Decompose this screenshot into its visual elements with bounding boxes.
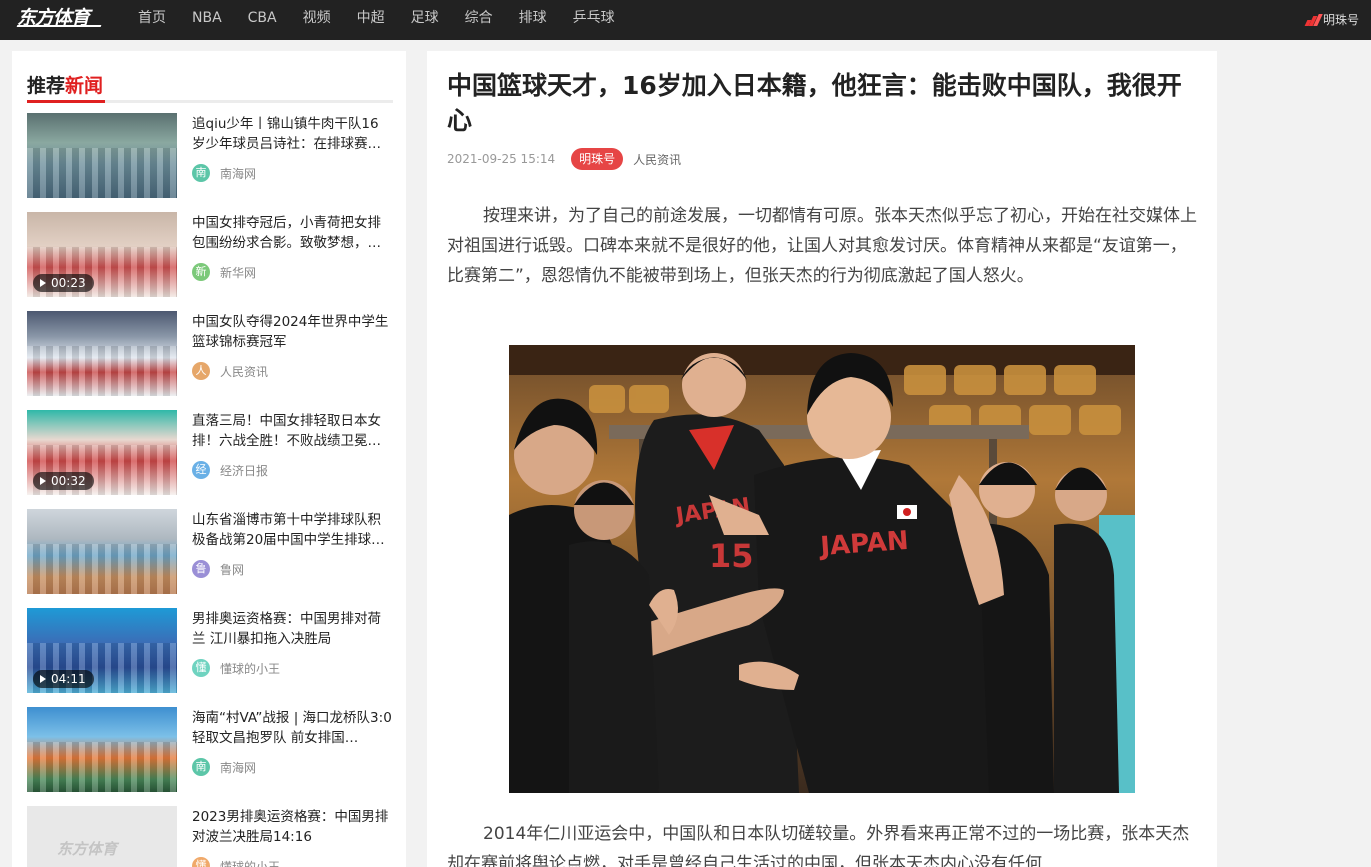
article-meta: 2021-09-25 15:14 明珠号 人民资讯 — [447, 148, 681, 170]
news-thumbnail[interactable]: 东方体育 — [27, 806, 177, 867]
list-item[interactable]: 追qiu少年丨锦山镇牛肉干队16岁少年球员吕诗社：在排球赛… 南 南海网 — [27, 113, 397, 212]
video-duration: 00:23 — [51, 276, 86, 290]
source-avatar: 经 — [192, 461, 210, 479]
thumbnail-image — [27, 346, 177, 396]
jersey-number: 15 — [709, 537, 754, 575]
news-source: 南 南海网 — [192, 164, 256, 182]
panel-title: 推荐新闻 — [27, 71, 103, 98]
news-title[interactable]: 追qiu少年丨锦山镇牛肉干队16岁少年球员吕诗社：在排球赛… — [192, 114, 392, 154]
news-title[interactable]: 海南“村VA”战报 | 海口龙桥队3:0轻取文昌抱罗队 前女排国… — [192, 708, 392, 748]
source-name: 鲁网 — [220, 562, 245, 577]
source-avatar: 新 — [192, 263, 210, 281]
source-avatar: 懂 — [192, 659, 210, 677]
news-thumbnail[interactable]: 00:23 — [27, 212, 177, 297]
list-item[interactable]: 00:32 直落三局！中国女排轻取日本女排！六战全胜！不败战绩卫冕… 经 经济日… — [27, 410, 397, 509]
source-avatar: 南 — [192, 758, 210, 776]
panel-title-prefix: 推荐 — [27, 75, 66, 97]
news-title[interactable]: 直落三局！中国女排轻取日本女排！六战全胜！不败战绩卫冕… — [192, 411, 392, 451]
thumbnail-image — [27, 148, 177, 198]
jersey-text: JAPAN — [817, 526, 909, 562]
news-source: 懂 懂球的小王 — [192, 857, 280, 867]
placeholder-logo: 东方体育 — [57, 840, 118, 858]
news-source: 新 新华网 — [192, 263, 256, 281]
article-panel: 中国篮球天才，16岁加入日本籍，他狂言：能击败中国队，我很开心 2021-09-… — [427, 51, 1217, 867]
mingzhu-link-label: 明珠号 — [1322, 13, 1359, 27]
news-title[interactable]: 中国女队夺得2024年世界中学生篮球锦标赛冠军 — [192, 312, 392, 352]
list-item[interactable]: 00:23 中国女排夺冠后，小青荷把女排包围纷纷求合影。致敬梦想，… 新 新华网 — [27, 212, 397, 311]
video-duration-badge: 00:23 — [33, 274, 94, 292]
video-duration: 00:32 — [51, 474, 86, 488]
panel-title-accent-bar — [27, 100, 105, 103]
article-paragraph: 按理来讲，为了自己的前途发展，一切都情有可原。张本天杰似乎忘了初心，开始在社交媒… — [447, 206, 1197, 286]
source-avatar: 懂 — [192, 857, 210, 867]
source-name: 南海网 — [220, 166, 257, 181]
article-source[interactable]: 人民资讯 — [633, 151, 681, 168]
thumbnail-image — [27, 544, 177, 594]
site-logo[interactable]: 东方体育 — [16, 4, 107, 34]
news-title[interactable]: 中国女排夺冠后，小青荷把女排包围纷纷求合影。致敬梦想，… — [192, 213, 392, 253]
news-title[interactable]: 男排奥运资格赛：中国男排对荷兰 江川暴扣拖入决胜局 — [192, 609, 392, 649]
news-source: 鲁 鲁网 — [192, 560, 244, 578]
nav-general[interactable]: 综合 — [465, 0, 493, 40]
source-name: 新华网 — [220, 265, 257, 280]
basketball-players-image: JAPAN 15 JAPAN — [509, 345, 1135, 793]
publish-time: 2021-09-25 15:14 — [447, 152, 556, 166]
news-thumbnail[interactable] — [27, 509, 177, 594]
news-thumbnail[interactable] — [27, 311, 177, 396]
nav-volleyball[interactable]: 排球 — [519, 0, 547, 40]
logo-underline — [16, 25, 102, 27]
thumbnail-image — [27, 742, 177, 792]
video-duration-badge: 04:11 — [33, 670, 94, 688]
news-thumbnail[interactable]: 00:32 — [27, 410, 177, 495]
mingzhu-badge[interactable]: 明珠号 — [571, 148, 624, 170]
video-duration-badge: 00:32 — [33, 472, 94, 490]
nav-table-tennis[interactable]: 乒乓球 — [573, 0, 615, 40]
nav-nba[interactable]: NBA — [192, 0, 222, 40]
top-navigation-bar: 东方体育 首页 NBA CBA 视频 中超 足球 综合 排球 乒乓球 明珠号 — [0, 0, 1371, 40]
list-item[interactable]: 东方体育 2023男排奥运资格赛：中国男排对波兰决胜局14:16 懂 懂球的小王 — [27, 806, 397, 867]
article-title: 中国篮球天才，16岁加入日本籍，他狂言：能击败中国队，我很开心 — [447, 71, 1182, 135]
source-name: 人民资讯 — [220, 364, 269, 379]
list-item[interactable]: 山东省淄博市第十中学排球队积极备战第20届中国中学生排球… 鲁 鲁网 — [27, 509, 397, 608]
news-source: 人 人民资讯 — [192, 362, 268, 380]
news-source: 南 南海网 — [192, 758, 256, 776]
play-icon — [40, 675, 46, 683]
nav-csl[interactable]: 中超 — [357, 0, 385, 40]
news-title[interactable]: 山东省淄博市第十中学排球队积极备战第20届中国中学生排球… — [192, 510, 392, 550]
video-duration: 04:11 — [51, 672, 86, 686]
source-avatar: 人 — [192, 362, 210, 380]
mingzhu-link[interactable]: 明珠号 — [1304, 11, 1359, 28]
source-name: 南海网 — [220, 760, 257, 775]
news-thumbnail[interactable] — [27, 113, 177, 198]
news-source: 懂 懂球的小王 — [192, 659, 280, 677]
article-paragraph: 2014年仁川亚运会中，中国队和日本队切磋较量。外界看来再正常不过的一场比赛，张… — [447, 824, 1190, 867]
news-source: 经 经济日报 — [192, 461, 268, 479]
list-item[interactable]: 中国女队夺得2024年世界中学生篮球锦标赛冠军 人 人民资讯 — [27, 311, 397, 410]
news-title[interactable]: 2023男排奥运资格赛：中国男排对波兰决胜局14:16 — [192, 807, 392, 847]
panel-title-highlight: 新闻 — [65, 75, 104, 97]
source-avatar: 鲁 — [192, 560, 210, 578]
list-item[interactable]: 04:11 男排奥运资格赛：中国男排对荷兰 江川暴扣拖入决胜局 懂 懂球的小王 — [27, 608, 397, 707]
source-name: 懂球的小王 — [220, 661, 281, 676]
list-item[interactable]: 海南“村VA”战报 | 海口龙桥队3:0轻取文昌抱罗队 前女排国… 南 南海网 — [27, 707, 397, 806]
source-avatar: 南 — [192, 164, 210, 182]
play-icon — [40, 477, 46, 485]
main-nav: 首页 NBA CBA 视频 中超 足球 综合 排球 乒乓球 — [138, 0, 641, 40]
source-name: 懂球的小王 — [220, 859, 281, 867]
play-icon — [40, 279, 46, 287]
nav-video[interactable]: 视频 — [303, 0, 331, 40]
nav-home[interactable]: 首页 — [138, 0, 166, 40]
source-name: 经济日报 — [220, 463, 269, 478]
article-photo: JAPAN 15 JAPAN — [509, 345, 1135, 793]
news-thumbnail[interactable] — [27, 707, 177, 792]
nav-football[interactable]: 足球 — [411, 0, 439, 40]
news-thumbnail[interactable]: 04:11 — [27, 608, 177, 693]
recommended-news-panel: 推荐新闻 追qiu少年丨锦山镇牛肉干队16岁少年球员吕诗社：在排球赛… 南 南海… — [12, 51, 406, 867]
nav-cba[interactable]: CBA — [248, 0, 277, 40]
mingzhu-logo-icon — [1304, 13, 1323, 26]
news-list: 追qiu少年丨锦山镇牛肉干队16岁少年球员吕诗社：在排球赛… 南 南海网 00:… — [27, 113, 397, 867]
